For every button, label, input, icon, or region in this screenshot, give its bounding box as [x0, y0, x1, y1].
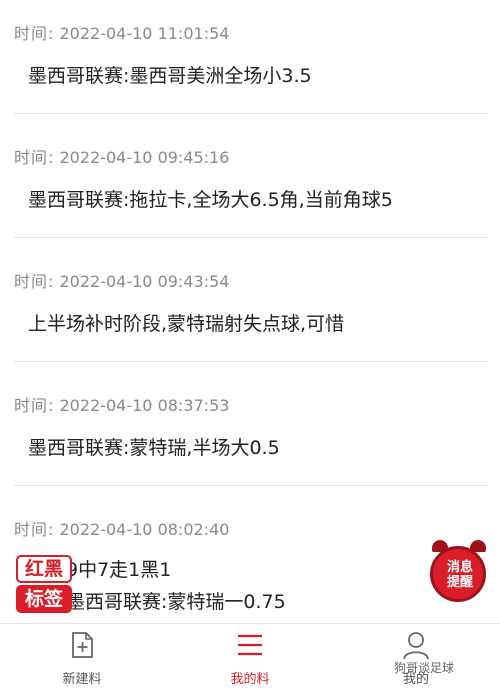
tab-label: 我的料 — [230, 672, 270, 687]
item-text: 上半场补时阶段,蒙特瑞射失点球,可惜 — [28, 313, 345, 335]
new-document-icon — [72, 632, 93, 658]
tag-label-top: 红黑 — [16, 555, 72, 583]
message-reminder-button[interactable]: 消息 提醒 — [428, 540, 492, 610]
item-timestamp: 时间: 2022-04-10 09:43:54 — [14, 272, 230, 291]
item-text: 墨西哥联赛:墨西哥美洲全场小3.5 — [28, 65, 312, 87]
divider — [14, 485, 488, 486]
tab-label: 新建料 — [62, 672, 102, 687]
divider — [14, 361, 488, 362]
divider — [14, 237, 488, 238]
item-timestamp: 时间: 2022-04-10 08:37:53 — [14, 396, 230, 415]
tag-label-bottom: 标签 — [16, 585, 72, 613]
bottom-tab-bar: 新建料 我的料 我的 — [0, 623, 500, 689]
profile-icon — [403, 632, 429, 660]
list-menu-icon — [238, 634, 262, 656]
tab-my-items[interactable]: 我的料 — [190, 624, 310, 689]
item-timestamp: 时间: 2022-04-10 11:01:54 — [14, 24, 230, 43]
red-black-tag-button[interactable]: 红黑 标签 — [8, 547, 72, 617]
item-text: 墨西哥联赛:蒙特瑞,半场大0.5 — [28, 437, 280, 459]
item-text: 墨西哥联赛:拖拉卡,全场大6.5角,当前角球5 — [28, 189, 393, 211]
divider — [14, 113, 488, 114]
item-timestamp: 时间: 2022-04-10 08:02:40 — [14, 520, 230, 539]
item-timestamp: 时间: 2022-04-10 09:45:16 — [14, 148, 230, 167]
tab-profile[interactable]: 我的 — [356, 624, 476, 689]
watermark: 狗哥谈足球 — [394, 661, 455, 675]
reminder-label: 消息 提醒 — [446, 560, 473, 590]
tab-new[interactable]: 新建料 — [22, 624, 142, 689]
